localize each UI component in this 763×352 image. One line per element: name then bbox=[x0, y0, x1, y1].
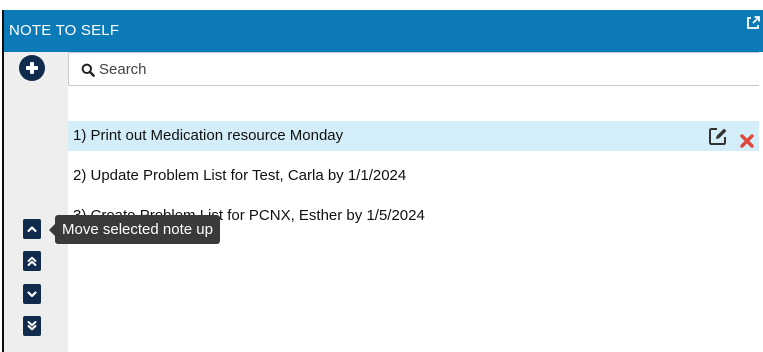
search-box[interactable] bbox=[68, 52, 759, 86]
move-note-down-button[interactable] bbox=[23, 284, 41, 304]
move-note-bottom-button[interactable] bbox=[23, 316, 41, 336]
search-icon bbox=[81, 63, 95, 77]
widget-header: NOTE TO SELF bbox=[4, 10, 763, 52]
double-chevron-up-icon bbox=[27, 256, 37, 266]
widget-title: NOTE TO SELF bbox=[9, 22, 120, 39]
chevron-down-icon bbox=[27, 291, 37, 298]
note-item-1[interactable]: 1) Print out Medication resource Monday bbox=[68, 121, 759, 151]
move-note-up-button[interactable] bbox=[23, 219, 41, 239]
add-note-button[interactable] bbox=[19, 55, 45, 81]
external-link-icon[interactable] bbox=[745, 15, 761, 31]
note-text: 1) Print out Medication resource Monday bbox=[73, 127, 344, 144]
edit-icon[interactable] bbox=[708, 126, 728, 146]
search-input[interactable] bbox=[99, 57, 739, 81]
note-text: 2) Update Problem List for Test, Carla b… bbox=[73, 167, 407, 184]
move-note-top-button[interactable] bbox=[23, 251, 41, 271]
close-icon[interactable] bbox=[740, 129, 754, 148]
chevron-up-icon bbox=[27, 226, 37, 233]
note-item-2[interactable]: 2) Update Problem List for Test, Carla b… bbox=[68, 161, 759, 191]
double-chevron-down-icon bbox=[27, 321, 37, 331]
tooltip-text: Move selected note up bbox=[62, 221, 213, 238]
move-up-tooltip: Move selected note up bbox=[49, 215, 220, 244]
